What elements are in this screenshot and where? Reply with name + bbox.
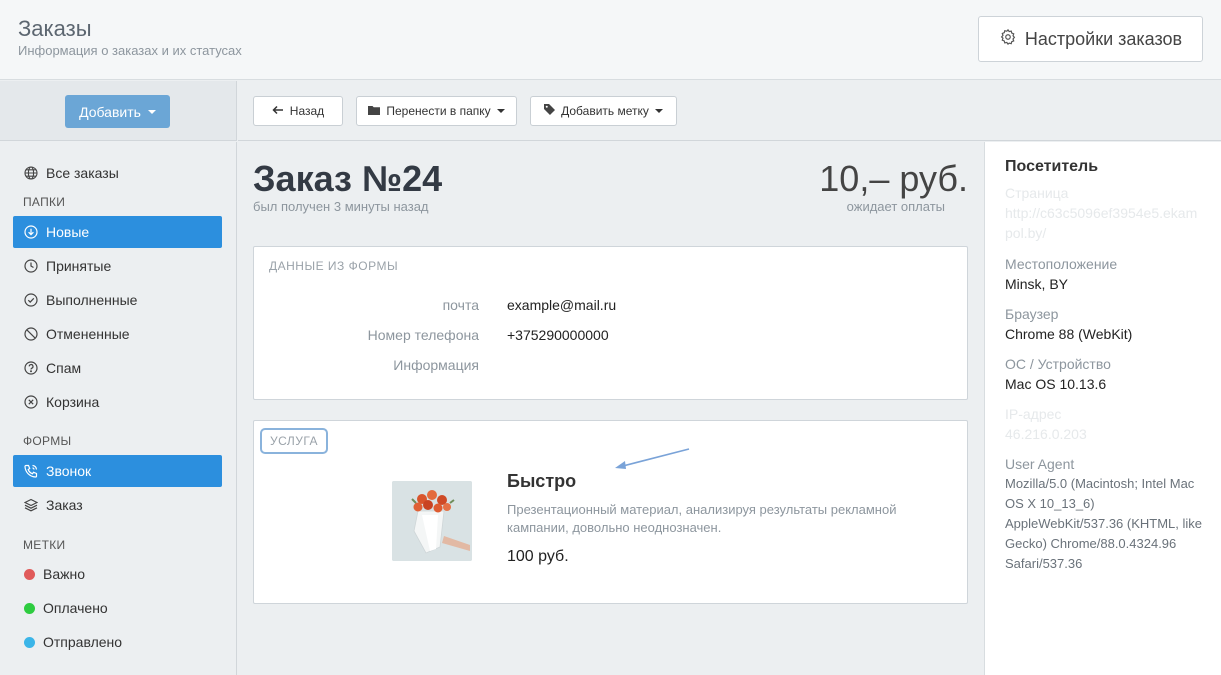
visitor-os-label: ОС / Устройство <box>1005 356 1111 372</box>
add-tag-label: Добавить метку <box>561 104 649 118</box>
sidebar-item-new[interactable]: Новые <box>13 216 222 248</box>
sidebar-item-label: Спам <box>46 360 82 376</box>
visitor-ua-label: User Agent <box>1005 456 1075 472</box>
payment-status: ожидает оплаты <box>846 199 945 214</box>
field-label: Номер телефона <box>367 327 479 343</box>
caret-down-icon <box>496 109 505 113</box>
visitor-location-value: Minsk, BY <box>1005 276 1069 292</box>
caret-down-icon <box>147 109 156 114</box>
phone-icon <box>24 464 38 478</box>
sidebar-item-label: Оплачено <box>43 600 108 616</box>
clock-icon <box>24 259 38 273</box>
sidebar-item-label: Отправлено <box>43 634 123 650</box>
green-dot-icon <box>24 602 35 614</box>
visitor-ip-label: IP-адрес <box>1005 406 1062 422</box>
visitor-ip-value: 46.216.0.203 <box>1005 426 1087 442</box>
order-price: 10,– руб. <box>819 158 968 199</box>
field-value-email: example@mail.ru <box>507 297 617 313</box>
sidebar-tag-important[interactable]: Важно <box>13 558 222 590</box>
visitor-browser-value: Chrome 88 (WebKit) <box>1005 326 1133 342</box>
sidebar: Все заказы ПАПКИ Новые Принятые Выполнен… <box>0 142 237 675</box>
sidebar-item-label: Важно <box>43 566 86 582</box>
form-data-heading: ДАННЫЕ ИЗ ФОРМЫ <box>269 259 399 273</box>
page-title: Заказы <box>18 16 92 41</box>
sidebar-item-completed[interactable]: Выполненные <box>13 284 222 316</box>
sidebar-item-label: Отмененные <box>46 326 130 342</box>
page-header: Заказы Информация о заказах и их статуса… <box>0 0 1221 80</box>
sidebar-item-label: Заказ <box>46 497 83 513</box>
order-received-time: был получен 3 минуты назад <box>253 199 429 214</box>
visitor-ua-value: Mozilla/5.0 (Macintosh; Intel Mac OS X 1… <box>1005 476 1203 571</box>
service-title: Быстро <box>507 471 577 491</box>
sidebar-item-spam[interactable]: Спам <box>13 352 222 384</box>
add-tag-button[interactable]: Добавить метку <box>530 96 677 126</box>
back-button[interactable]: Назад <box>253 96 343 126</box>
visitor-page-link[interactable]: http://c63c5096ef3954e5.ekam pol.by/ <box>1005 203 1210 243</box>
order-settings-button[interactable]: Настройки заказов <box>978 16 1203 62</box>
field-label: Информация <box>393 357 479 373</box>
question-circle-icon <box>24 361 38 375</box>
field-label: почта <box>442 297 479 313</box>
sidebar-item-label: Принятые <box>46 258 112 274</box>
visitor-title: Посетитель <box>1005 158 1099 175</box>
sidebar-item-trash[interactable]: Корзина <box>13 386 222 418</box>
service-card: УСЛУГА Быстро Презентационный материал, … <box>253 420 968 604</box>
back-label: Назад <box>289 104 325 118</box>
layers-icon <box>24 498 38 512</box>
add-label: Добавить <box>79 103 141 120</box>
sidebar-item-label: Все заказы <box>46 165 119 181</box>
visitor-panel: Посетитель Страница http://c63c5096ef395… <box>984 142 1221 675</box>
sidebar-item-call[interactable]: Звонок <box>13 455 222 487</box>
visitor-os-value: Mac OS 10.13.6 <box>1005 376 1107 392</box>
order-title: Заказ №24 <box>253 158 443 199</box>
tag-icon <box>544 104 556 118</box>
order-settings-label: Настройки заказов <box>1024 28 1183 49</box>
annotation-arrow-icon <box>615 448 690 469</box>
sidebar-item-all-orders[interactable]: Все заказы <box>13 157 222 189</box>
sidebar-item-order[interactable]: Заказ <box>13 489 222 521</box>
visitor-location-label: Местоположение <box>1005 256 1118 272</box>
arrow-down-circle-icon <box>24 225 38 239</box>
order-toolbar: Назад Перенести в папку Добавить метку <box>238 81 1221 141</box>
sidebar-tag-sent[interactable]: Отправлено <box>13 626 222 658</box>
folder-icon <box>368 104 381 118</box>
sidebar-toolbar: Добавить <box>0 81 237 141</box>
add-dropdown-button[interactable]: Добавить <box>65 95 170 128</box>
sidebar-item-label: Звонок <box>46 463 92 479</box>
form-data-card: ДАННЫЕ ИЗ ФОРМЫ почта example@mail.ru Но… <box>253 246 968 400</box>
visitor-page-label: Страница <box>1005 185 1069 201</box>
field-value-phone: +375290000000 <box>507 327 609 343</box>
sidebar-item-cancelled[interactable]: Отмененные <box>13 318 222 350</box>
order-detail: Заказ №24 был получен 3 минуты назад 10,… <box>238 142 983 675</box>
sidebar-item-label: Корзина <box>46 394 100 410</box>
check-circle-icon <box>24 293 38 307</box>
ban-icon <box>24 327 38 341</box>
arrow-left-icon <box>272 104 284 118</box>
page-subtitle: Информация о заказах и их статусах <box>18 43 242 58</box>
service-price: 100 руб. <box>507 548 569 565</box>
sidebar-tag-paid[interactable]: Оплачено <box>13 592 222 624</box>
blue-dot-icon <box>24 636 35 648</box>
forms-heading: ФОРМЫ <box>23 434 72 448</box>
service-badge: УСЛУГА <box>260 428 328 454</box>
sidebar-item-label: Выполненные <box>46 292 138 308</box>
sidebar-item-label: Новые <box>46 224 90 240</box>
tags-heading: МЕТКИ <box>23 538 66 552</box>
globe-icon <box>24 166 38 180</box>
gear-icon <box>999 28 1017 51</box>
service-description: Презентационный материал, анализируя рез… <box>507 502 897 535</box>
visitor-browser-label: Браузер <box>1005 306 1059 322</box>
move-to-folder-button[interactable]: Перенести в папку <box>356 96 517 126</box>
service-image <box>392 481 472 561</box>
red-dot-icon <box>24 568 35 580</box>
move-to-folder-label: Перенести в папку <box>386 104 491 118</box>
sidebar-item-accepted[interactable]: Принятые <box>13 250 222 282</box>
x-circle-icon <box>24 395 38 409</box>
folders-heading: ПАПКИ <box>23 195 66 209</box>
caret-down-icon <box>654 109 663 113</box>
